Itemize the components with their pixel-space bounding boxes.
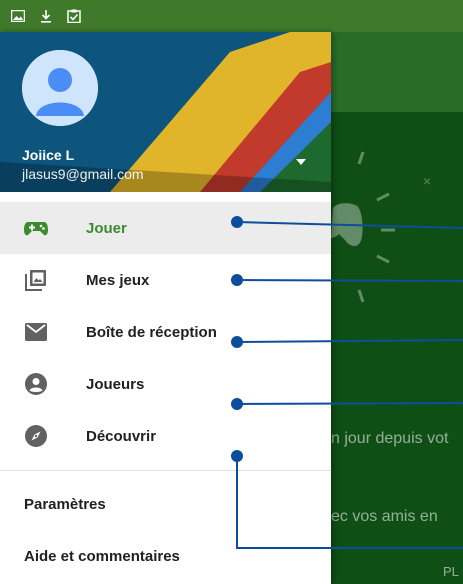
menu-label-boite-de-reception: Boîte de réception [86,323,217,341]
menu-item-decouvrir[interactable]: Découvrir [0,410,331,462]
menu-item-joueurs[interactable]: Joueurs [0,358,331,410]
background-toolbar [331,32,463,112]
account-dropdown-arrow-icon[interactable] [296,159,306,165]
background-text-1: n jour depuis vot [331,430,449,447]
background-app: × n jour depuis vot ec vos amis en PL [331,32,463,584]
background-gamepad-icon: × [331,151,431,303]
menu-item-boite-de-reception[interactable]: Boîte de réception [0,306,331,358]
menu-item-jouer[interactable]: Jouer [0,202,331,254]
gamepad-icon [24,216,48,240]
mail-icon [24,320,48,344]
menu-label-joueurs: Joueurs [86,375,145,393]
compass-icon [24,424,48,448]
menu-label-decouvrir: Découvrir [86,427,157,445]
person-icon [24,372,48,396]
help-feedback-link[interactable]: Aide et commentaires [24,548,180,565]
user-email: jlasus9@gmail.com [22,166,144,182]
user-name: Joiice L [22,147,75,163]
background-content: × n jour depuis vot ec vos amis en PL [331,112,463,584]
background-text-2: ec vos amis en [331,508,438,525]
svg-text:×: × [423,173,431,189]
person-avatar-icon [22,50,98,126]
menu-item-mes-jeux[interactable]: Mes jeux [0,254,331,306]
account-header[interactable]: Joiice L jlasus9@gmail.com [0,32,331,192]
menu-label-mes-jeux: Mes jeux [86,271,150,289]
status-bar [0,0,463,32]
menu-label-jouer: Jouer [86,219,127,237]
navigation-drawer: Joiice L jlasus9@gmail.com Jouer Mes jeu… [0,32,331,584]
download-icon [38,8,54,24]
clipboard-check-icon [66,8,82,24]
menu-divider [0,470,331,471]
image-icon [10,8,26,24]
settings-link[interactable]: Paramètres [24,496,106,513]
games-library-icon [24,268,48,292]
avatar[interactable] [22,50,98,126]
background-button-text[interactable]: PL [443,564,459,579]
